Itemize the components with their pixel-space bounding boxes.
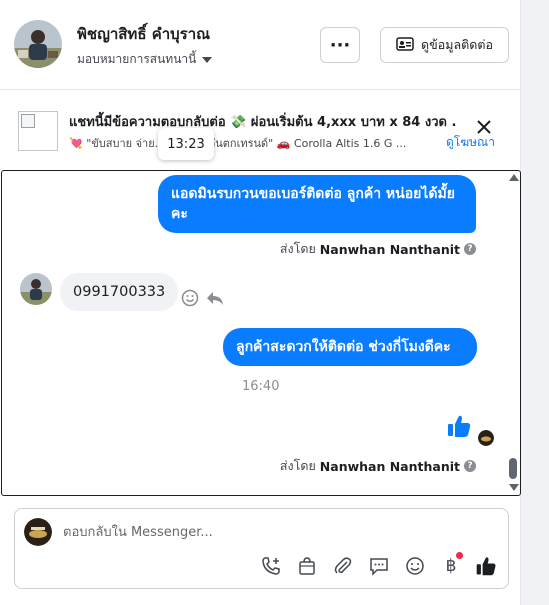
contact-card-icon <box>396 36 414 54</box>
contact-avatar-small <box>20 273 52 305</box>
ad-thumbnail-broken-image <box>18 111 58 151</box>
info-icon[interactable]: ? <box>464 460 476 472</box>
ad-subtitle: 💘 "ขับสบาย จ่าย... ...ย ไม่มีวันตกเทรนด์… <box>69 137 407 150</box>
phone-add-icon[interactable] <box>260 555 282 577</box>
smile-react-icon[interactable] <box>181 289 199 311</box>
time-tooltip: 13:23 <box>158 128 214 160</box>
page-avatar <box>24 518 52 546</box>
outgoing-message[interactable]: ลูกค้าสะดวกให้ติดต่อ ช่วงกี่โมงดีคะ <box>223 328 477 366</box>
ad-context-banner: แชทนี้มีข้อความตอบกลับต่อ 💸 ผ่อนเริ่มต้น… <box>0 100 521 164</box>
message-timestamp: 16:40 <box>242 379 280 394</box>
contact-avatar[interactable] <box>14 20 62 68</box>
shopping-bag-icon[interactable] <box>296 555 318 577</box>
more-options-button[interactable]: ··· <box>320 27 360 63</box>
sent-by-prefix: ส่งโดย <box>279 241 316 256</box>
ad-title: แชทนี้มีข้อความตอบกลับต่อ 💸 ผ่อนเริ่มต้น… <box>69 115 457 130</box>
seen-avatar <box>478 430 494 446</box>
outgoing-message[interactable]: แอดมินรบกวนขอเบอร์ติดต่อ ลูกค้า หน่อยได้… <box>158 175 476 233</box>
incoming-message[interactable]: 0991700333 <box>60 273 179 311</box>
conversation-panel: พิชญาสิทธิ์ คำบุราณ มอบหมายการสนทนานี้ ·… <box>0 0 521 605</box>
message-input[interactable] <box>63 521 483 543</box>
sent-by-prefix: ส่งโดย <box>279 458 316 473</box>
view-contact-info-button[interactable]: ดูข้อมูลติดต่อ <box>380 27 509 63</box>
thumbs-up-icon[interactable] <box>446 413 472 443</box>
sender-name: Nanwhan Nanthanit <box>319 458 460 474</box>
message-thread[interactable]: แอดมินรบกวนขอเบอร์ติดต่อ ลูกค้า หน่อยได้… <box>1 170 521 496</box>
view-contact-info-label: ดูข้อมูลติดต่อ <box>421 37 493 52</box>
scrollbar-thumb[interactable] <box>509 458 517 479</box>
emoji-icon[interactable] <box>404 555 426 577</box>
sent-by-line: ส่งโดย Nanwhan Nanthanit ? <box>280 456 476 476</box>
info-icon[interactable]: ? <box>464 243 476 255</box>
like-icon[interactable] <box>475 555 497 577</box>
right-side-panel-edge <box>521 0 549 605</box>
caret-down-icon <box>202 56 213 63</box>
saved-reply-icon[interactable] <box>368 555 390 577</box>
scroll-up-arrow[interactable] <box>509 174 519 181</box>
scroll-down-arrow[interactable] <box>509 484 519 491</box>
sent-by-line: ส่งโดย Nanwhan Nanthanit ? <box>280 239 476 259</box>
paperclip-icon[interactable] <box>332 555 354 577</box>
assign-label: มอบหมายการสนทนานี้ <box>77 52 197 66</box>
reply-composer: ฿ <box>14 508 509 589</box>
assign-conversation-dropdown[interactable]: มอบหมายการสนทนานี้ <box>77 50 213 69</box>
contact-name: พิชญาสิทธิ์ คำบุราณ <box>77 25 211 43</box>
conversation-header: พิชญาสิทธิ์ คำบุราณ มอบหมายการสนทนานี้ ·… <box>0 0 521 90</box>
sender-name: Nanwhan Nanthanit <box>319 241 460 257</box>
reply-icon[interactable] <box>205 289 225 311</box>
close-icon[interactable] <box>475 118 493 136</box>
notification-dot <box>456 552 463 559</box>
